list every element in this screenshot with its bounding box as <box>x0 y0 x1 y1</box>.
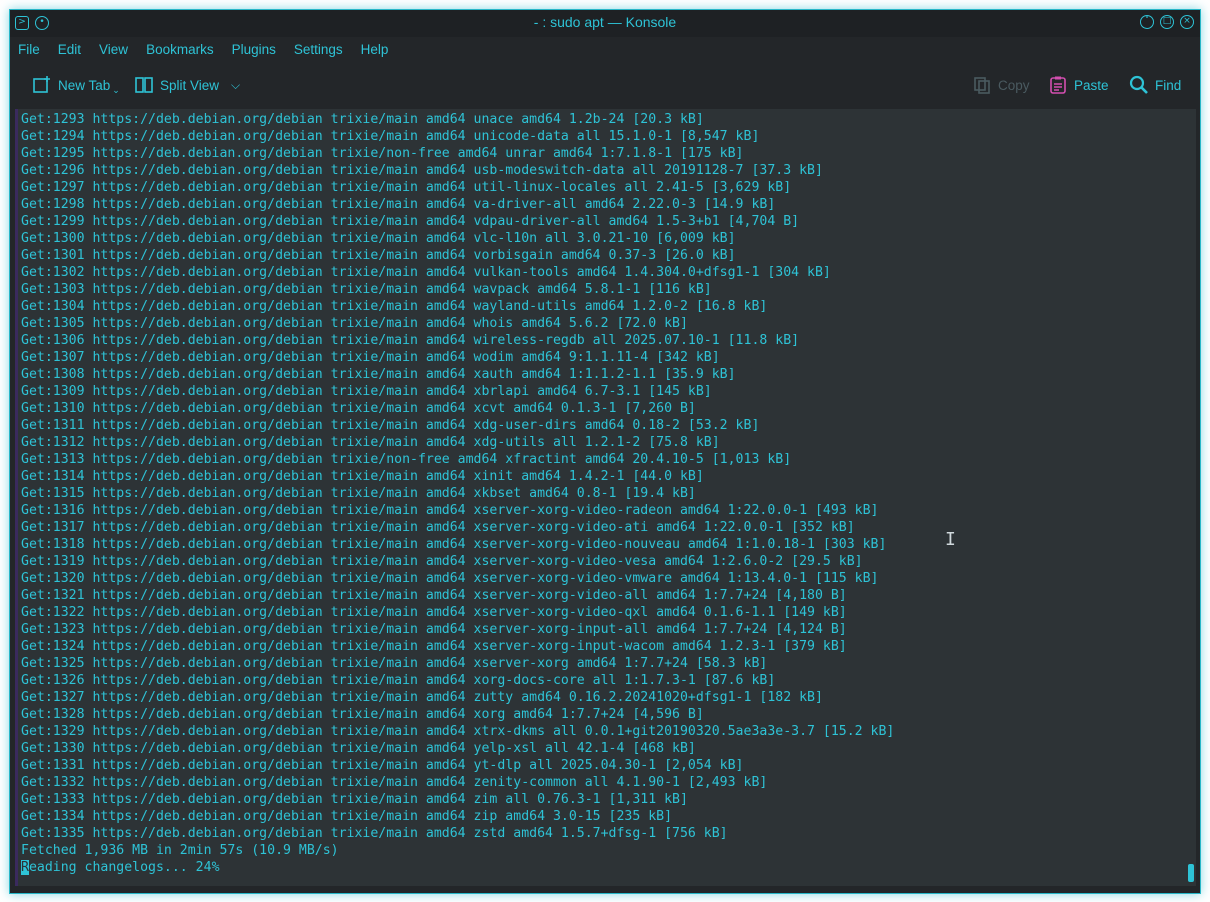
menu-settings[interactable]: Settings <box>294 42 343 57</box>
scrollbar-handle[interactable] <box>1188 864 1194 882</box>
terminal-line: Get:1312 https://deb.debian.org/debian t… <box>21 435 720 450</box>
split-view-button[interactable]: Split View ⌵ <box>134 75 240 95</box>
terminal-line: Get:1333 https://deb.debian.org/debian t… <box>21 792 688 807</box>
terminal-line: Get:1318 https://deb.debian.org/debian t… <box>21 537 887 552</box>
terminal-line: Get:1304 https://deb.debian.org/debian t… <box>21 299 768 314</box>
terminal-line: Get:1324 https://deb.debian.org/debian t… <box>21 639 847 654</box>
copy-button[interactable]: Copy <box>972 75 1030 95</box>
terminal-line: Get:1314 https://deb.debian.org/debian t… <box>21 469 704 484</box>
terminal-line: Get:1296 https://deb.debian.org/debian t… <box>21 163 823 178</box>
menu-edit[interactable]: Edit <box>58 42 81 57</box>
new-tab-icon <box>33 76 50 93</box>
terminal-line: Get:1325 https://deb.debian.org/debian t… <box>21 656 768 671</box>
terminal-line: Get:1310 https://deb.debian.org/debian t… <box>21 401 696 416</box>
terminal-line: Get:1323 https://deb.debian.org/debian t… <box>21 622 847 637</box>
terminal-line: Get:1328 https://deb.debian.org/debian t… <box>21 707 704 722</box>
terminal-cursor: R <box>21 860 29 875</box>
terminal-line: Get:1335 https://deb.debian.org/debian t… <box>21 826 728 841</box>
paste-icon <box>1050 76 1066 94</box>
copy-label: Copy <box>998 77 1030 93</box>
text-cursor-icon: I <box>945 529 956 550</box>
terminal-line: Get:1309 https://deb.debian.org/debian t… <box>21 384 712 399</box>
new-tab-dropdown-icon: ⌄ <box>112 84 120 95</box>
chevron-down-icon[interactable]: ⌵ <box>231 78 240 93</box>
terminal-line: Get:1316 https://deb.debian.org/debian t… <box>21 503 879 518</box>
terminal-line: Get:1299 https://deb.debian.org/debian t… <box>21 214 800 229</box>
terminal-line: Get:1306 https://deb.debian.org/debian t… <box>21 333 800 348</box>
terminal-line: Get:1326 https://deb.debian.org/debian t… <box>21 673 776 688</box>
terminal-line: Get:1308 https://deb.debian.org/debian t… <box>21 367 736 382</box>
search-icon <box>1129 75 1148 94</box>
split-view-icon <box>135 77 153 93</box>
terminal-line: Get:1329 https://deb.debian.org/debian t… <box>21 724 895 739</box>
title-bar: > • - : sudo apt — Konsole ˅ □ × <box>10 10 1200 37</box>
maximize-icon[interactable]: □ <box>1160 15 1174 29</box>
terminal-line: Get:1301 https://deb.debian.org/debian t… <box>21 248 736 263</box>
terminal-line: Get:1294 https://deb.debian.org/debian t… <box>21 129 760 144</box>
find-label: Find <box>1155 77 1182 93</box>
terminal-line: Get:1307 https://deb.debian.org/debian t… <box>21 350 720 365</box>
konsole-window: > • - : sudo apt — Konsole ˅ □ × File Ed… <box>9 9 1201 894</box>
terminal-line: Get:1303 https://deb.debian.org/debian t… <box>21 282 712 297</box>
close-icon[interactable]: × <box>1180 15 1194 29</box>
split-view-label: Split View <box>160 77 220 93</box>
terminal-line: Get:1331 https://deb.debian.org/debian t… <box>21 758 744 773</box>
new-tab-label: New Tab <box>58 77 111 93</box>
scrollbar[interactable] <box>1184 109 1196 886</box>
terminal-line: Get:1332 https://deb.debian.org/debian t… <box>21 775 768 790</box>
progress-text: eading changelogs... 24% <box>28 860 220 875</box>
paste-label: Paste <box>1074 77 1109 93</box>
terminal-line: Fetched 1,936 MB in 2min 57s (10.9 MB/s) <box>21 843 339 858</box>
terminal-line: Get:1293 https://deb.debian.org/debian t… <box>21 112 704 127</box>
terminal-prompt-line: Reading changelogs... 24% <box>18 859 1189 876</box>
terminal-line: Get:1298 https://deb.debian.org/debian t… <box>21 197 776 212</box>
new-tab-button[interactable]: New Tab ⌄ <box>32 75 120 96</box>
terminal-line: Get:1311 https://deb.debian.org/debian t… <box>21 418 760 433</box>
find-button[interactable]: Find <box>1129 75 1181 95</box>
terminal-line: Get:1319 https://deb.debian.org/debian t… <box>21 554 863 569</box>
window-title: - : sudo apt — Konsole <box>533 14 677 30</box>
terminal-line: Get:1321 https://deb.debian.org/debian t… <box>21 588 847 603</box>
menu-view[interactable]: View <box>99 42 128 57</box>
terminal-line: Get:1322 https://deb.debian.org/debian t… <box>21 605 847 620</box>
terminal-line: Get:1330 https://deb.debian.org/debian t… <box>21 741 696 756</box>
menu-plugins[interactable]: Plugins <box>232 42 276 57</box>
paste-button[interactable]: Paste <box>1048 75 1109 95</box>
terminal-line: Get:1334 https://deb.debian.org/debian t… <box>21 809 673 824</box>
terminal-line: Get:1327 https://deb.debian.org/debian t… <box>21 690 823 705</box>
menu-bookmarks[interactable]: Bookmarks <box>146 42 214 57</box>
terminal-line: Get:1313 https://deb.debian.org/debian t… <box>21 452 792 467</box>
menu-help[interactable]: Help <box>361 42 389 57</box>
minimize-icon[interactable]: ˅ <box>1140 15 1154 29</box>
terminal-line: Get:1295 https://deb.debian.org/debian t… <box>21 146 744 161</box>
menu-file[interactable]: File <box>18 42 40 57</box>
terminal-line: Get:1297 https://deb.debian.org/debian t… <box>21 180 792 195</box>
terminal-line: Get:1317 https://deb.debian.org/debian t… <box>21 520 855 535</box>
menu-bar: File Edit View Bookmarks Plugins Setting… <box>10 37 1200 61</box>
terminal-line: Get:1302 https://deb.debian.org/debian t… <box>21 265 831 280</box>
copy-icon <box>974 77 990 94</box>
toolbar: New Tab ⌄ Split View ⌵ Copy Paste Find <box>10 61 1200 109</box>
terminal-line: Get:1300 https://deb.debian.org/debian t… <box>21 231 736 246</box>
terminal-line: Get:1305 https://deb.debian.org/debian t… <box>21 316 688 331</box>
terminal-output[interactable]: Get:1293 https://deb.debian.org/debian t… <box>15 109 1189 886</box>
terminal-line: Get:1320 https://deb.debian.org/debian t… <box>21 571 879 586</box>
terminal-line: Get:1315 https://deb.debian.org/debian t… <box>21 486 696 501</box>
